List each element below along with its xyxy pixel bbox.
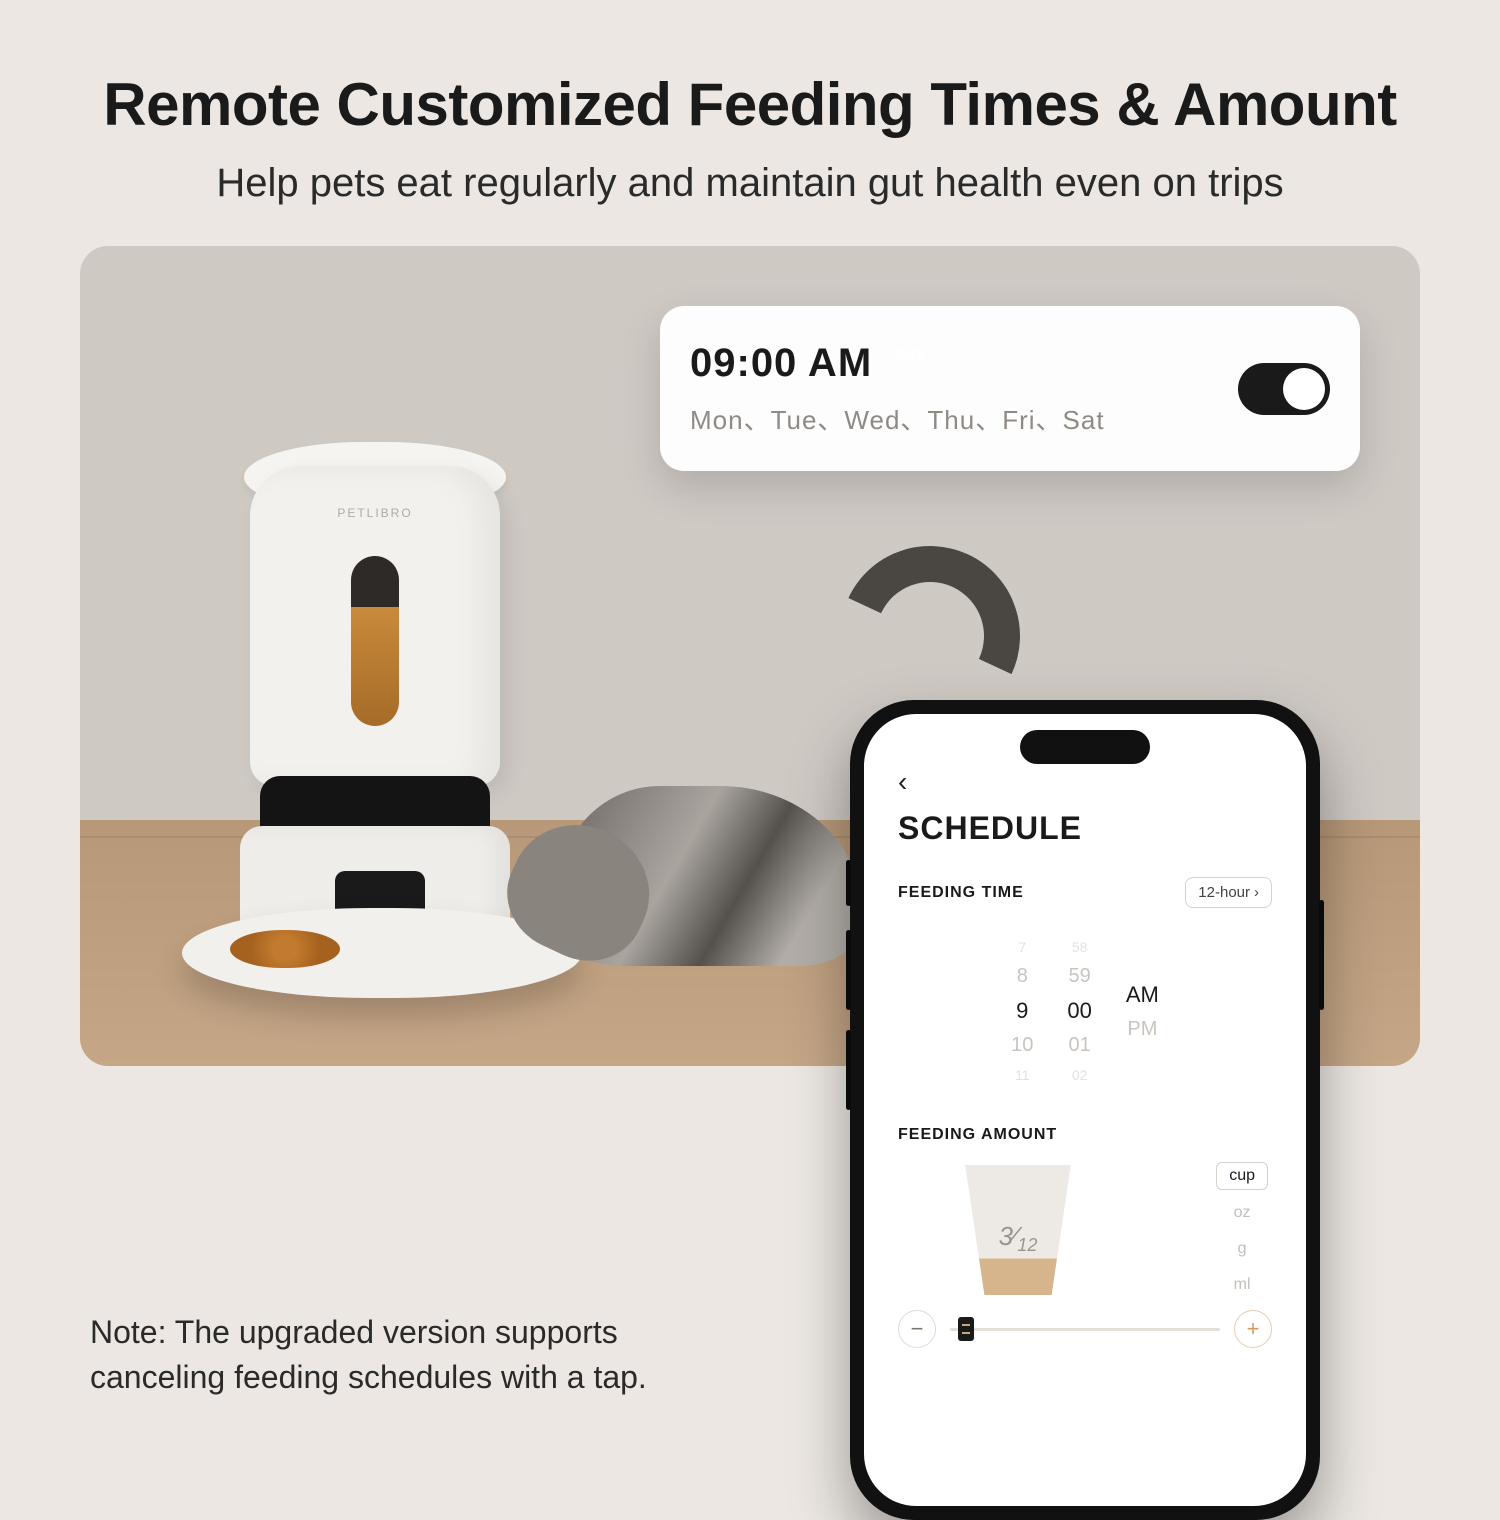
toast-days: Mon、Tue、Wed、Thu、Fri、Sat [690, 400, 1105, 437]
phone-volume-up [846, 930, 851, 1010]
chevron-right-icon: › [1254, 884, 1259, 901]
schedule-toast-card: 09:00 AM 3/12 Mon、Tue、Wed、Thu、Fri、Sat [660, 306, 1360, 471]
feeding-time-label: FEEDING TIME [898, 884, 1024, 902]
phone-notch [1020, 730, 1150, 764]
back-icon[interactable]: ‹ [898, 766, 907, 798]
time-picker[interactable]: 7 8 9 10 11 58 59 00 01 02 AM PM [898, 926, 1272, 1096]
phone-power-button [1319, 900, 1324, 1010]
phone-screen: ‹ SCHEDULE FEEDING TIME 12-hour › 7 8 9 … [864, 714, 1306, 1506]
page-subtitle: Help pets eat regularly and maintain gut… [70, 161, 1430, 206]
schedule-toggle[interactable] [1238, 363, 1330, 415]
food-window [351, 556, 399, 726]
feeding-amount-label: FEEDING AMOUNT [898, 1126, 1057, 1144]
feeder-brand-label: PETLIBRO [250, 506, 500, 520]
unit-cup[interactable]: cup [1216, 1162, 1268, 1190]
portion-cup-icon: 3/12 [890, 340, 930, 386]
time-format-selector[interactable]: 12-hour › [1185, 877, 1272, 908]
decrease-amount-button[interactable]: − [898, 1310, 936, 1348]
footnote: Note: The upgraded version supports canc… [90, 1310, 650, 1400]
unit-ml[interactable]: ml [1222, 1272, 1263, 1298]
phone-mockup: ‹ SCHEDULE FEEDING TIME 12-hour › 7 8 9 … [850, 700, 1320, 1520]
minute-column[interactable]: 58 59 00 01 02 [1067, 926, 1091, 1096]
meridiem-column[interactable]: AM PM [1126, 926, 1159, 1096]
toast-time: 09:00 AM [690, 341, 872, 386]
unit-oz[interactable]: oz [1222, 1200, 1263, 1226]
kibble [230, 930, 340, 968]
screen-title: SCHEDULE [898, 810, 1272, 847]
phone-mute-switch [846, 860, 851, 906]
amount-cup-icon: 3⁄12 [958, 1165, 1078, 1295]
increase-amount-button[interactable]: + [1234, 1310, 1272, 1348]
pet-feeder-illustration: PETLIBRO [200, 466, 560, 986]
hour-column[interactable]: 7 8 9 10 11 [1011, 926, 1033, 1096]
unit-g[interactable]: g [1226, 1236, 1259, 1262]
unit-selector[interactable]: cup oz g ml [1216, 1162, 1268, 1298]
slider-thumb[interactable] [958, 1317, 974, 1341]
phone-volume-down [846, 1030, 851, 1110]
page-title: Remote Customized Feeding Times & Amount [70, 70, 1430, 139]
amount-slider[interactable] [950, 1328, 1220, 1331]
